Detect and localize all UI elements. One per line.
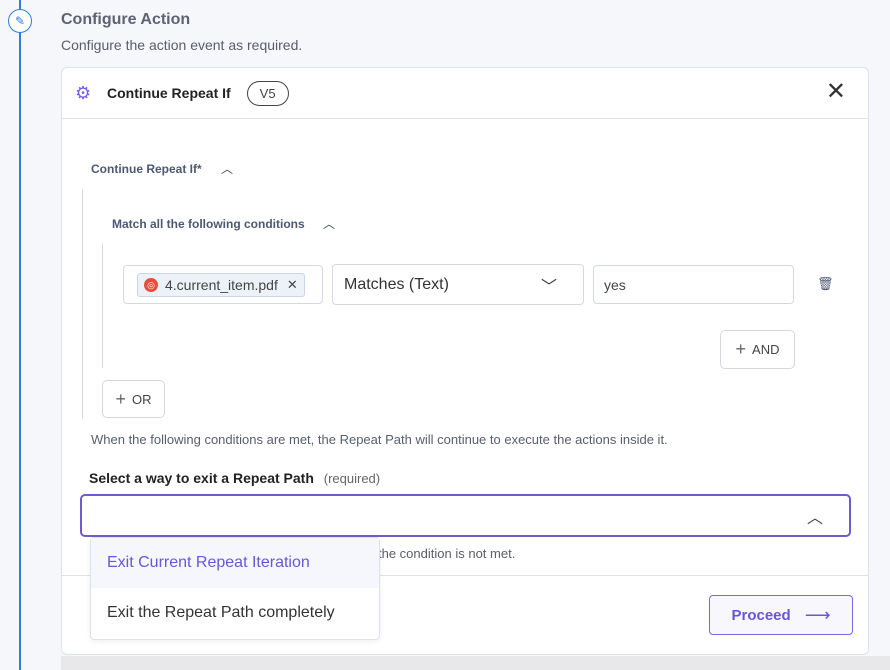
value-text: yes xyxy=(604,276,626,293)
timeline-line xyxy=(19,0,21,670)
operator-value: Matches (Text) xyxy=(344,275,449,293)
chip-label: 4.current_item.pdf xyxy=(165,277,278,293)
page-subtitle: Configure the action event as required. xyxy=(61,37,303,53)
bottom-strip xyxy=(61,656,890,670)
exit-dropdown-menu: Exit Current Repeat Iteration Exit the R… xyxy=(90,537,380,640)
exit-label-text: Select a way to exit a Repeat Path xyxy=(89,470,314,486)
remove-chip-icon[interactable]: ✕ xyxy=(287,277,298,293)
value-input[interactable]: yes xyxy=(593,265,794,304)
required-hint: (required) xyxy=(323,471,381,486)
version-badge: V5 xyxy=(246,80,289,106)
add-and-button[interactable]: + AND xyxy=(720,330,795,369)
field-input[interactable]: ◎ 4.current_item.pdf ✕ xyxy=(123,265,323,304)
or-group-line xyxy=(82,189,83,419)
exit-label: Select a way to exit a Repeat Path (requ… xyxy=(89,470,380,486)
plus-icon: + xyxy=(115,388,126,409)
exit-select[interactable]: ︿ xyxy=(80,494,851,537)
add-or-button[interactable]: + OR xyxy=(102,380,165,418)
chevron-up-icon[interactable]: ︿ xyxy=(323,215,335,232)
and-label: AND xyxy=(752,342,780,357)
chevron-up-icon: ︿ xyxy=(806,510,823,527)
field-chip: ◎ 4.current_item.pdf ✕ xyxy=(137,273,305,297)
option-exit-path[interactable]: Exit the Repeat Path completely xyxy=(91,588,379,638)
close-icon[interactable]: ✕ xyxy=(826,80,846,104)
or-label: OR xyxy=(132,391,152,407)
group-label: Match all the following conditions xyxy=(112,217,305,231)
trash-icon[interactable]: 🗑 xyxy=(817,276,834,292)
section-label: Continue Repeat If* xyxy=(91,162,202,176)
page-title: Configure Action xyxy=(61,11,191,28)
proceed-button[interactable]: Proceed ⟶ xyxy=(709,595,853,635)
card-header: ⚙ Continue Repeat If V5 ✕ xyxy=(62,68,868,119)
app-icon: ◎ xyxy=(144,278,158,292)
plus-icon: + xyxy=(735,339,747,359)
proceed-label: Proceed xyxy=(731,606,791,624)
and-group-line xyxy=(102,244,103,368)
option-exit-iteration[interactable]: Exit Current Repeat Iteration xyxy=(91,538,379,588)
arrow-right-icon: ⟶ xyxy=(804,604,831,625)
condition-note: When the following conditions are met, t… xyxy=(91,432,668,447)
card-title: Continue Repeat If xyxy=(107,85,231,101)
pencil-icon: ✎ xyxy=(8,9,32,33)
exit-hint: the condition is not met. xyxy=(378,546,516,561)
chevron-up-icon[interactable]: ︿ xyxy=(221,160,233,177)
gear-icon: ⚙ xyxy=(75,82,92,103)
operator-select[interactable]: Matches (Text) ﹀ xyxy=(332,264,584,305)
chevron-down-icon: ﹀ xyxy=(540,279,557,296)
